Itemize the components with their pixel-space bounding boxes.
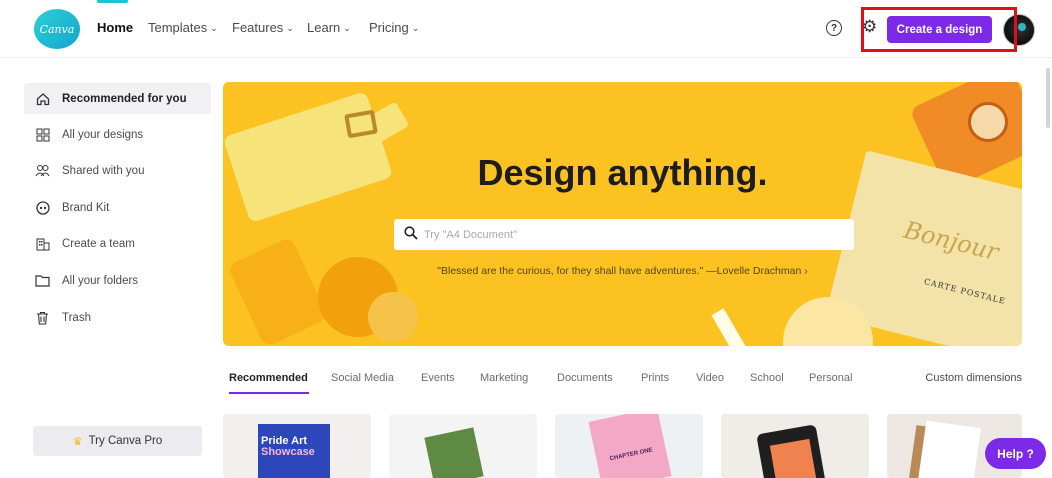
canva-logo[interactable]: Canva (34, 9, 80, 49)
dial-decoration (968, 102, 1008, 142)
template-thumbnail[interactable]: Pride Art Showcase (223, 414, 371, 478)
search-icon (404, 225, 418, 244)
people-icon (35, 163, 50, 178)
tab-personal[interactable]: Personal (809, 372, 852, 384)
sidebar: Recommended for you All your designs Sha… (24, 80, 212, 450)
sidebar-item-team[interactable]: Create a team (24, 228, 211, 259)
nav-pricing[interactable]: Pricing ⌄ (369, 20, 419, 35)
buckle-decoration (344, 109, 378, 139)
custom-dimensions-link[interactable]: Custom dimensions (925, 372, 1022, 384)
grid-icon (35, 127, 50, 142)
template-thumbnail[interactable] (721, 414, 869, 478)
tab-events[interactable]: Events (421, 372, 455, 384)
nav-features-label: Features (232, 20, 284, 35)
chevron-down-icon: ⌄ (343, 23, 351, 33)
crown-icon: ♛ (72, 435, 83, 448)
pencil-decoration (711, 308, 759, 346)
poster-line2: Showcase (261, 446, 315, 458)
hero-banner: Bonjour CARTE POSTALE Design anything. "… (223, 82, 1022, 346)
hero-title: Design anything. (477, 152, 768, 193)
nav-features[interactable]: Features ⌄ (232, 20, 294, 35)
chevron-down-icon: ⌄ (411, 23, 420, 33)
building-icon (35, 236, 50, 251)
tab-recommended[interactable]: Recommended (229, 372, 308, 384)
nav-pricing-label: Pricing (369, 20, 409, 35)
book-preview: CHAPTER ONE (588, 414, 672, 478)
avatar[interactable] (1003, 14, 1035, 46)
tab-documents[interactable]: Documents (557, 372, 613, 384)
help-icon[interactable]: ? (826, 20, 842, 36)
sidebar-item-label: All your folders (62, 274, 139, 287)
home-icon (35, 91, 50, 106)
nav-templates[interactable]: Templates ⌄ (148, 20, 218, 35)
binoculars-decoration (227, 236, 329, 346)
active-tab-underline (229, 392, 309, 394)
chevron-down-icon: ⌄ (286, 23, 294, 33)
template-thumbnail[interactable] (389, 414, 537, 478)
hero-quote-link[interactable]: "Blessed are the curious, for they shall… (223, 265, 1022, 277)
sidebar-item-label: All your designs (62, 128, 144, 141)
chevron-down-icon: ⌄ (210, 23, 218, 33)
sidebar-item-recommended[interactable]: Recommended for you (24, 83, 211, 114)
brand-kit-icon (35, 200, 50, 215)
nav-home[interactable]: Home (97, 20, 133, 35)
sidebar-item-label: Trash (62, 311, 91, 324)
tab-social-media[interactable]: Social Media (331, 372, 394, 384)
sidebar-item-folders[interactable]: All your folders (24, 265, 211, 296)
create-design-button[interactable]: Create a design (887, 16, 992, 43)
try-canva-pro-button[interactable]: ♛ Try Canva Pro (33, 426, 202, 456)
sidebar-item-label: Shared with you (62, 164, 145, 177)
top-navigation: Canva Home Templates ⌄ Features ⌄ Learn … (0, 0, 1052, 58)
sidebar-item-shared[interactable]: Shared with you (24, 155, 211, 186)
poster-preview: Pride Art Showcase (258, 424, 330, 478)
sidebar-item-designs[interactable]: All your designs (24, 119, 211, 150)
search-input[interactable] (424, 228, 824, 241)
scrollbar[interactable] (1046, 68, 1050, 128)
card-preview (424, 427, 484, 478)
sidebar-item-label: Create a team (62, 237, 135, 250)
sidebar-item-trash[interactable]: Trash (24, 302, 211, 333)
resume-preview (918, 420, 981, 478)
help-button[interactable]: Help ? (985, 438, 1046, 469)
tab-marketing[interactable]: Marketing (480, 372, 528, 384)
binoculars-lens-decoration (368, 292, 418, 342)
tab-video[interactable]: Video (696, 372, 724, 384)
sidebar-item-brand-kit[interactable]: Brand Kit (24, 192, 211, 223)
folder-icon (35, 273, 50, 288)
gear-icon[interactable]: ⚙ (862, 17, 877, 37)
tab-prints[interactable]: Prints (641, 372, 669, 384)
template-thumbnail[interactable]: CHAPTER ONE (555, 414, 703, 478)
phone-screen-preview (769, 438, 817, 478)
tab-school[interactable]: School (750, 372, 784, 384)
trash-icon (35, 310, 50, 325)
nav-learn[interactable]: Learn ⌄ (307, 20, 351, 35)
try-pro-label: Try Canva Pro (88, 435, 163, 447)
sidebar-item-label: Brand Kit (62, 201, 110, 214)
sidebar-item-label: Recommended for you (62, 92, 187, 105)
home-active-indicator (97, 0, 128, 3)
nav-learn-label: Learn (307, 20, 341, 35)
hero-search-box[interactable] (394, 219, 854, 250)
category-tabs: Recommended Social Media Events Marketin… (229, 372, 1022, 396)
nav-templates-label: Templates (148, 20, 208, 35)
